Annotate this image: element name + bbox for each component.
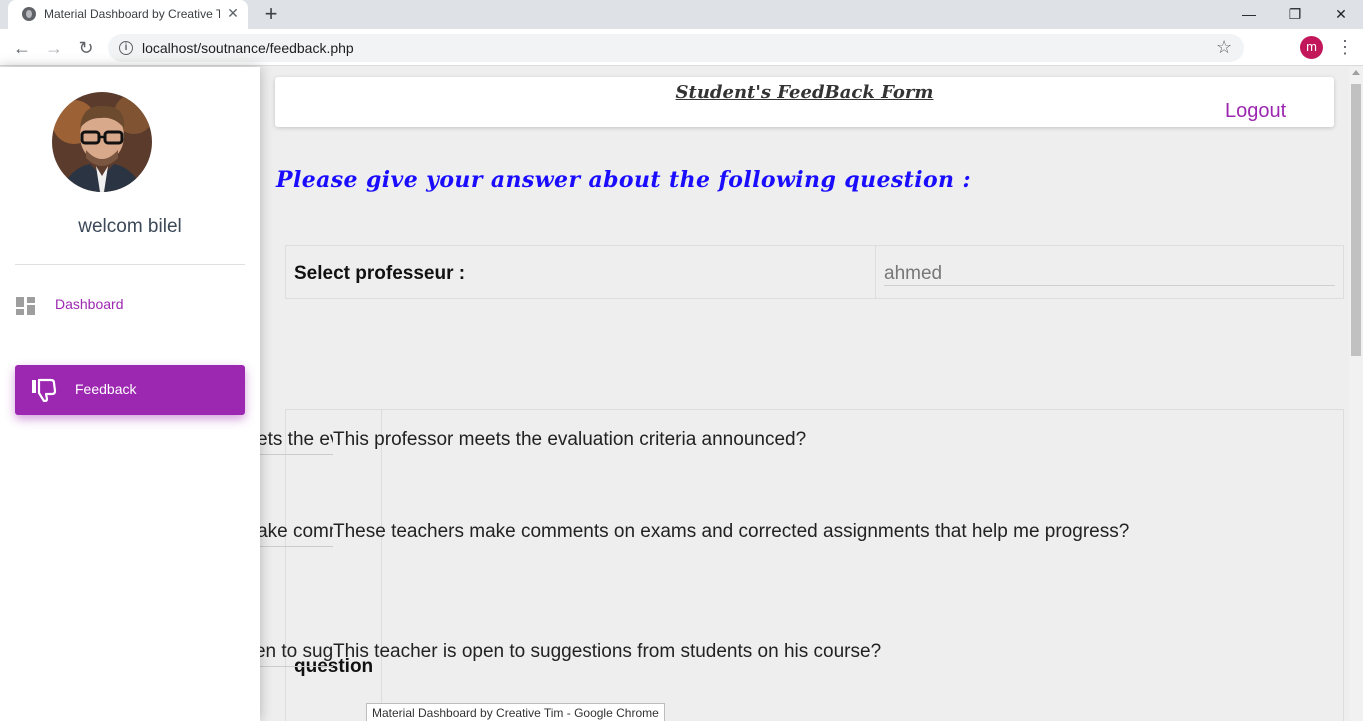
professor-row: Select professeur : ahmed bbox=[285, 245, 1344, 299]
back-arrow-icon[interactable]: ← bbox=[11, 37, 33, 59]
page-header: Student's FeedBack Form Logout bbox=[275, 77, 1334, 127]
window-tooltip: Material Dashboard by Creative Tim - Goo… bbox=[366, 703, 665, 721]
globe-icon bbox=[22, 7, 36, 21]
question-2-text-wrapped: These teachers make comments on exams an… bbox=[333, 521, 1130, 542]
user-avatar bbox=[52, 92, 152, 192]
dashboard-icon bbox=[16, 297, 35, 315]
profile-avatar[interactable]: m bbox=[1300, 36, 1323, 59]
window-close-button[interactable]: ✕ bbox=[1318, 0, 1363, 29]
question-3-text: This teacher is open to suggestions from… bbox=[333, 641, 882, 662]
cell-divider bbox=[381, 410, 382, 721]
sidebar-item-dashboard[interactable]: Dashboard bbox=[15, 289, 245, 319]
professor-select[interactable]: ahmed bbox=[884, 264, 1335, 286]
sidebar: welcom bilel Dashboard Feedback bbox=[0, 67, 260, 721]
browser-tab[interactable]: Material Dashboard by Creative Tim ✕ bbox=[8, 0, 248, 29]
kebab-menu-icon[interactable]: ⋮ bbox=[1336, 36, 1354, 58]
tab-close-icon[interactable]: ✕ bbox=[225, 5, 241, 21]
forward-arrow-icon[interactable]: → bbox=[43, 37, 65, 59]
select-professor-label: Select professeur : bbox=[294, 263, 466, 284]
logout-link[interactable]: Logout bbox=[1225, 100, 1286, 123]
info-icon[interactable]: i bbox=[119, 41, 133, 55]
page-scrollbar[interactable] bbox=[1349, 67, 1363, 721]
address-bar[interactable]: i localhost/soutnance/feedback.php ☆ bbox=[108, 34, 1244, 62]
url-text[interactable]: localhost/soutnance/feedback.php bbox=[142, 40, 354, 56]
questions-table: question bbox=[285, 409, 1344, 721]
welcome-text: welcom bilel bbox=[78, 216, 182, 237]
question-1-text: This professor meets the evaluation crit… bbox=[333, 429, 807, 450]
restore-button[interactable]: ❐ bbox=[1272, 0, 1318, 29]
thumb-down-icon bbox=[32, 378, 57, 402]
browser-toolbar: ← → ↻ i localhost/soutnance/feedback.php… bbox=[0, 29, 1363, 66]
form-instruction: Please give your answer about the follow… bbox=[276, 167, 972, 193]
scroll-up-arrow-icon[interactable] bbox=[1352, 70, 1360, 75]
bookmark-star-icon[interactable]: ☆ bbox=[1216, 37, 1232, 58]
reload-icon[interactable]: ↻ bbox=[75, 37, 97, 59]
sidebar-item-label: Feedback bbox=[75, 381, 137, 397]
scrollbar-thumb[interactable] bbox=[1351, 84, 1361, 356]
new-tab-button[interactable]: + bbox=[260, 3, 282, 25]
sidebar-item-feedback[interactable]: Feedback bbox=[15, 365, 245, 415]
sidebar-item-label: Dashboard bbox=[55, 296, 124, 312]
tab-strip: Material Dashboard by Creative Tim ✕ + —… bbox=[0, 0, 1363, 29]
tab-title: Material Dashboard by Creative Tim bbox=[44, 7, 220, 21]
sidebar-divider bbox=[15, 264, 245, 265]
page-title: Student's FeedBack Form bbox=[675, 82, 934, 103]
minimize-button[interactable]: — bbox=[1226, 0, 1272, 29]
cell-divider bbox=[875, 246, 876, 298]
